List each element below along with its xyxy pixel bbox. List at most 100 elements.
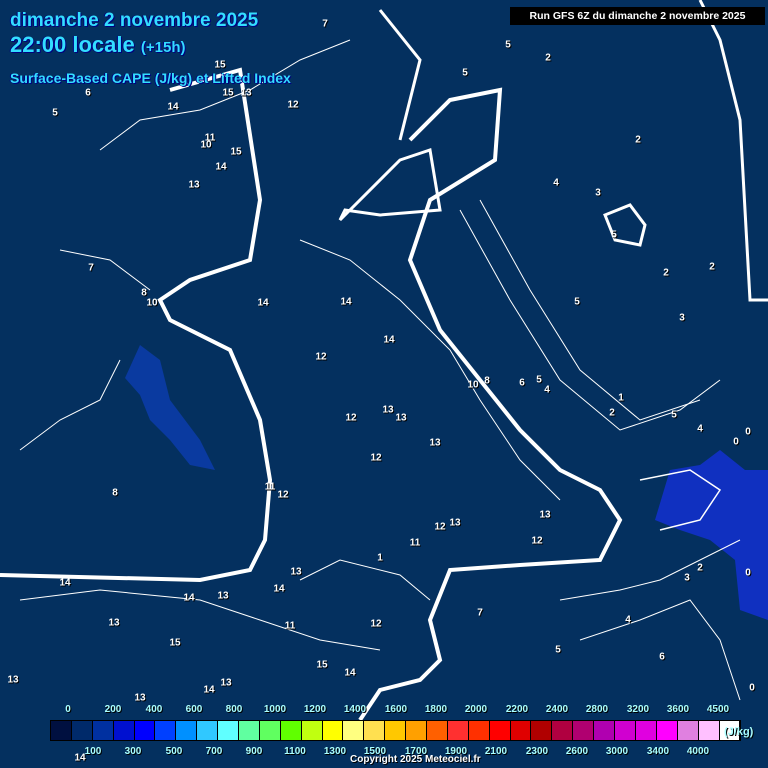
colorbar-swatch: [489, 721, 511, 740]
contour-label: 5: [52, 107, 58, 119]
contour-label: 14: [257, 297, 269, 309]
contour-label: 13: [539, 509, 551, 521]
contour-label: 4: [553, 177, 559, 189]
colorbar-tick-top: 200: [104, 704, 122, 715]
contour-label: 15: [222, 87, 234, 99]
contour-label: 12: [370, 452, 382, 464]
contour-label: 14: [340, 296, 352, 308]
contour-label: 4: [625, 614, 631, 626]
contour-label: 14: [59, 577, 71, 589]
colorbar-swatch: [552, 721, 574, 740]
local-time: 22:00 locale: [10, 32, 135, 57]
colorbar-swatch: [406, 721, 428, 740]
colorbar-tick-bottom: 300: [124, 746, 142, 757]
colorbar-tick-top: 1800: [424, 704, 448, 715]
colorbar-tick-top: 2200: [505, 704, 529, 715]
contour-label: 2: [609, 407, 615, 419]
colorbar-tick-top: 1400: [343, 704, 367, 715]
contour-label: 2: [635, 134, 641, 146]
colorbar-tick-top: 1600: [384, 704, 408, 715]
colorbar-tick-top: 600: [185, 704, 203, 715]
colorbar-tick-bottom: 3000: [605, 746, 629, 757]
colorbar-swatch: [239, 721, 260, 740]
contour-label: 11: [264, 481, 276, 493]
contour-label: 12: [531, 535, 543, 547]
contour-label: 0: [749, 682, 755, 694]
colorbar-tick-top: 2800: [585, 704, 609, 715]
colorbar-tick-top: 800: [225, 704, 243, 715]
contour-label: 10: [467, 379, 479, 391]
contour-label: 13: [108, 617, 120, 629]
contour-label: 3: [684, 572, 690, 584]
colorbar-tick-bottom: 1300: [323, 746, 347, 757]
contour-label: 15: [169, 637, 181, 649]
contour-label: 12: [287, 99, 299, 111]
colorbar-swatch: [71, 721, 93, 740]
contour-label: 13: [395, 412, 407, 424]
contour-label: 8: [112, 487, 118, 499]
contour-label: 5: [462, 67, 468, 79]
colorbar-tick-top: 3200: [626, 704, 650, 715]
colorbar-swatch: [385, 721, 407, 740]
contour-label: 3: [679, 312, 685, 324]
colorbar-tick-top: 1000: [263, 704, 287, 715]
colorbar-tick-bottom: 2100: [484, 746, 508, 757]
colorbar-tick-top: 3600: [666, 704, 690, 715]
contour-label: 12: [370, 618, 382, 630]
colorbar-swatch: [447, 721, 469, 740]
contour-label: 14: [203, 684, 215, 696]
colorbar-tick-bottom: 4000: [686, 746, 710, 757]
contour-label: 1: [377, 552, 383, 564]
contour-label: 2: [545, 52, 551, 64]
colorbar-tick-top: 1200: [303, 704, 327, 715]
isolines: [0, 0, 768, 722]
cape-area-east: [655, 450, 768, 620]
contour-label: 14: [273, 583, 285, 595]
contour-label: 5: [536, 374, 542, 386]
colorbar-swatch: [427, 721, 448, 740]
colorbar-swatch: [468, 721, 490, 740]
contour-label: 2: [697, 562, 703, 574]
contour-label: 0: [733, 436, 739, 448]
colorbar-swatch: [134, 721, 156, 740]
contour-label: 2: [663, 267, 669, 279]
contour-label: 13: [429, 437, 441, 449]
contour-label: 14: [183, 592, 195, 604]
forecast-time: 22:00 locale (+15h): [10, 32, 185, 58]
contour-label: 5: [555, 644, 561, 656]
contour-label: 13: [188, 179, 200, 191]
run-info: Run GFS 6Z du dimanche 2 novembre 2025: [510, 7, 765, 25]
copyright: Copyright 2025 Meteociel.fr: [350, 754, 481, 765]
colorbar-tick-bottom: 900: [245, 746, 263, 757]
colorbar-swatch: [197, 721, 219, 740]
contour-label: 5: [611, 229, 617, 241]
contour-label: 13: [290, 566, 302, 578]
colorbar-swatch: [92, 721, 114, 740]
contour-label: 15: [230, 146, 242, 158]
colorbar-tick-bottom: 2300: [525, 746, 549, 757]
colorbar-swatch: [635, 721, 657, 740]
contour-label: 14: [344, 667, 356, 679]
lead-time: (+15h): [140, 39, 186, 56]
contour-label: 11: [284, 620, 296, 632]
contour-label: 0: [745, 567, 751, 579]
colorbar-swatch: [531, 721, 553, 740]
colorbar-swatch: [615, 721, 636, 740]
forecast-date: dimanche 2 novembre 2025: [10, 10, 259, 31]
contour-label: 14: [167, 101, 179, 113]
contour-label: 7: [322, 18, 328, 30]
colorbar-swatch: [343, 721, 365, 740]
contour-label: 12: [345, 412, 357, 424]
colorbar-swatch: [364, 721, 386, 740]
contour-label: 13: [449, 517, 461, 529]
contour-label: 0: [745, 426, 751, 438]
colorbar-tick-bottom: 3400: [646, 746, 670, 757]
colorbar-swatch: [677, 721, 699, 740]
contour-label: 6: [659, 651, 665, 663]
cape-area-west: [125, 345, 215, 470]
contour-label: 6: [85, 87, 91, 99]
contour-label: 3: [595, 187, 601, 199]
colorbar-tick-bottom: 100: [84, 746, 102, 757]
contour-label: 4: [544, 384, 550, 396]
contour-label: 10: [200, 139, 212, 151]
